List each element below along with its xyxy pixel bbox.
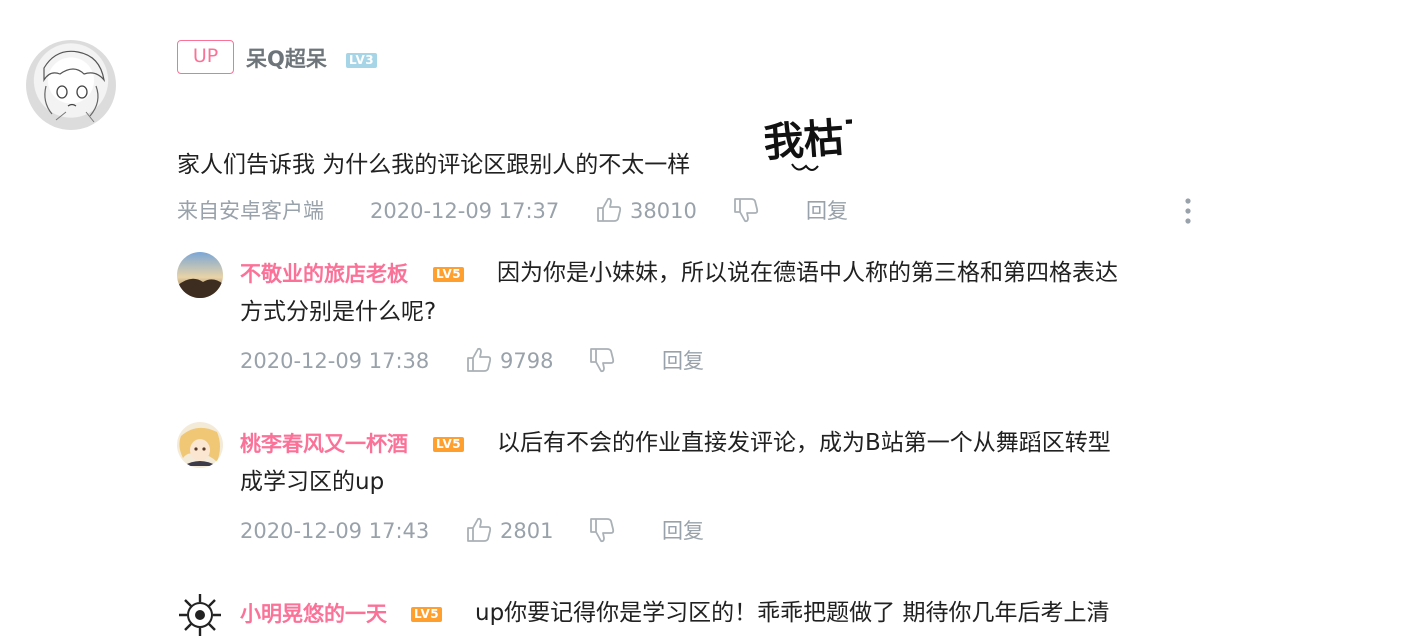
reply-button[interactable]: 回复 <box>662 346 704 376</box>
reply-username[interactable]: 小明晃悠的一天 <box>240 599 387 629</box>
reply-text-continued: 成学习区的up <box>240 469 385 495</box>
level-badge: LV5 <box>433 437 465 452</box>
up-badge: UP <box>177 40 234 74</box>
thumbs-up-icon <box>465 346 493 374</box>
reply-text-continued: 方式分别是什么呢? <box>240 299 437 325</box>
dislike-button[interactable] <box>588 516 616 544</box>
avatar[interactable] <box>177 422 223 468</box>
like-count: 2801 <box>500 519 554 543</box>
reply-text: up你要记得你是学习区的！乖乖把题做了 期待你几年后考上清 <box>475 600 1110 626</box>
thumbs-up-icon <box>465 516 493 544</box>
avatar[interactable] <box>26 40 116 130</box>
reply-text: 以后有不会的作业直接发评论，成为B站第一个从舞蹈区转型 <box>497 430 1111 456</box>
dislike-button[interactable] <box>588 346 616 374</box>
thumbs-down-icon <box>588 346 616 374</box>
reply-button[interactable]: 回复 <box>662 516 704 546</box>
username[interactable]: 呆Q超呆 <box>246 44 327 74</box>
client-source: 来自安卓客户端 <box>177 199 324 223</box>
thumbs-up-icon <box>595 196 623 224</box>
level-badge: LV5 <box>433 267 465 282</box>
level-badge: LV3 <box>346 53 378 68</box>
sticker-text: 我枯了 <box>762 112 852 166</box>
like-count: 38010 <box>630 199 697 223</box>
thumbs-down-icon <box>588 516 616 544</box>
more-vertical-icon[interactable] <box>1182 196 1194 226</box>
avatar[interactable] <box>177 592 223 638</box>
reply-button[interactable]: 回复 <box>806 196 848 226</box>
comment-text: 家人们告诉我 为什么我的评论区跟别人的不太一样 <box>177 152 691 178</box>
reply-username[interactable]: 桃李春风又一杯酒 <box>240 429 408 459</box>
sticker-emote: 我枯了 <box>762 104 852 180</box>
like-count: 9798 <box>500 349 554 373</box>
thumbs-down-icon <box>732 196 760 224</box>
reply-username[interactable]: 不敬业的旅店老板 <box>240 259 408 289</box>
level-badge: LV5 <box>411 607 443 622</box>
timestamp: 2020-12-09 17:37 <box>370 199 560 223</box>
timestamp: 2020-12-09 17:38 <box>240 349 430 373</box>
dislike-button[interactable] <box>732 196 760 224</box>
reply-text: 因为你是小妹妹，所以说在德语中人称的第三格和第四格表达 <box>497 260 1118 286</box>
timestamp: 2020-12-09 17:43 <box>240 519 430 543</box>
avatar[interactable] <box>177 252 223 298</box>
